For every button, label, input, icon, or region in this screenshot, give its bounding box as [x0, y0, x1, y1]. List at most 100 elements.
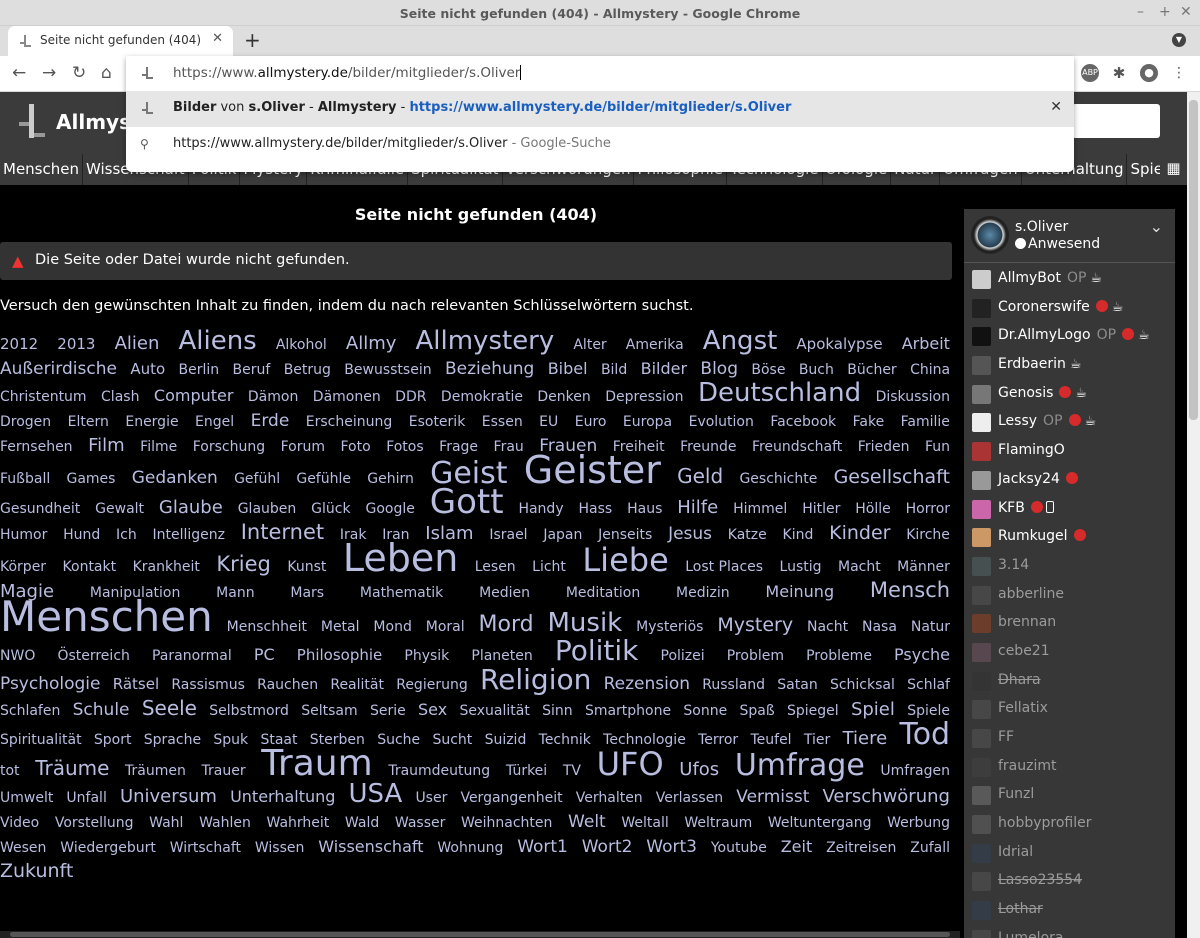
- user-name[interactable]: Fellatix: [998, 700, 1048, 716]
- tag-link[interactable]: DDR: [395, 386, 426, 409]
- tag-link[interactable]: Foto: [341, 436, 371, 459]
- tag-link[interactable]: Geister: [524, 451, 661, 489]
- user-name[interactable]: FF: [998, 729, 1014, 745]
- remove-suggestion-icon[interactable]: ✕: [1050, 99, 1062, 115]
- tag-link[interactable]: Realität: [330, 674, 384, 697]
- tag-link[interactable]: Himmel: [733, 498, 787, 521]
- tag-link[interactable]: Glauben: [238, 498, 297, 521]
- tag-link[interactable]: Psyche: [894, 643, 950, 666]
- tag-link[interactable]: Politik: [555, 637, 639, 665]
- tag-link[interactable]: Euro: [575, 411, 607, 434]
- tag-link[interactable]: Schlaf: [907, 674, 950, 697]
- tag-link[interactable]: Berlin: [179, 359, 220, 382]
- tag-link[interactable]: Bewusstsein: [344, 359, 431, 382]
- tag-link[interactable]: Spiritualität: [0, 729, 82, 752]
- tag-link[interactable]: Vorstellung: [55, 812, 134, 835]
- user-name[interactable]: FlamingO: [998, 442, 1065, 458]
- tag-link[interactable]: Polizei: [661, 645, 705, 668]
- tag-link[interactable]: Zeitreisen: [826, 837, 896, 860]
- tag-link[interactable]: Humor: [0, 524, 47, 547]
- tag-link[interactable]: Mars: [290, 582, 324, 605]
- tag-link[interactable]: Mann: [216, 582, 254, 605]
- user-list-item[interactable]: Lasso23554: [964, 867, 1175, 896]
- chevron-down-icon[interactable]: ⌄: [1150, 217, 1163, 236]
- user-list-item[interactable]: frauzimt: [964, 753, 1175, 782]
- tag-link[interactable]: Selbstmord: [209, 700, 289, 723]
- user-list-item[interactable]: Lessy OP ☕: [964, 408, 1175, 437]
- tag-link[interactable]: Weihnachten: [461, 812, 552, 835]
- user-name[interactable]: AllmyBot OP ☕: [998, 270, 1102, 286]
- grid-menu-icon[interactable]: ▦: [1160, 154, 1188, 185]
- tag-link[interactable]: tot: [0, 760, 20, 783]
- tag-link[interactable]: Traumdeutung: [388, 760, 490, 783]
- tag-link[interactable]: Apokalypse: [796, 333, 882, 356]
- user-avatar[interactable]: [972, 298, 991, 318]
- tag-link[interactable]: UFO: [597, 748, 664, 780]
- tag-link[interactable]: Wohnung: [437, 837, 503, 860]
- tag-link[interactable]: Clash: [101, 386, 139, 409]
- tag-link[interactable]: Haus: [627, 498, 662, 521]
- tag-link[interactable]: Traum: [261, 746, 372, 782]
- tag-link[interactable]: Film: [88, 434, 125, 457]
- tag-link[interactable]: Eltern: [68, 411, 109, 434]
- user-name[interactable]: brennan: [998, 614, 1056, 630]
- tag-link[interactable]: Mysteriös: [636, 616, 703, 639]
- tag-link[interactable]: Nasa: [862, 616, 897, 639]
- user-avatar[interactable]: [972, 872, 991, 892]
- user-avatar[interactable]: [972, 470, 991, 490]
- tag-link[interactable]: Glück: [311, 498, 350, 521]
- tag-link[interactable]: Spiel: [851, 698, 895, 721]
- tag-link[interactable]: Krieg: [216, 553, 271, 576]
- user-list-item[interactable]: Dr.AllmyLogo OP ☕: [964, 322, 1175, 351]
- tag-link[interactable]: Unterhaltung: [230, 785, 335, 808]
- tag-link[interactable]: Universum: [120, 785, 217, 808]
- tag-link[interactable]: Weltall: [621, 812, 668, 835]
- tag-link[interactable]: Gewalt: [95, 498, 144, 521]
- tag-link[interactable]: Mord: [479, 613, 534, 636]
- tag-link[interactable]: Mathematik: [360, 582, 443, 605]
- user-name[interactable]: Lessy OP ☕: [998, 413, 1096, 429]
- user-name[interactable]: Coronerswife ☕: [998, 299, 1123, 315]
- tag-link[interactable]: Bilder: [641, 357, 687, 380]
- tag-link[interactable]: Lesen: [475, 556, 516, 579]
- user-list-item[interactable]: Genosis ☕: [964, 380, 1175, 409]
- tag-link[interactable]: Russland: [702, 674, 765, 697]
- tag-link[interactable]: Zukunft: [0, 860, 73, 883]
- tag-link[interactable]: Facebook: [770, 411, 836, 434]
- tag-link[interactable]: 2012: [0, 333, 38, 356]
- tag-link[interactable]: Youtube: [711, 837, 767, 860]
- tag-link[interactable]: Internet: [241, 521, 324, 544]
- tag-link[interactable]: Drogen: [0, 411, 51, 434]
- tag-link[interactable]: Jesus: [668, 523, 712, 546]
- tag-link[interactable]: Europa: [623, 411, 672, 434]
- tag-link[interactable]: Handy: [518, 498, 563, 521]
- tag-link[interactable]: PC: [254, 643, 275, 666]
- tag-link[interactable]: Schicksal: [830, 674, 895, 697]
- tag-link[interactable]: Computer: [154, 384, 234, 407]
- tag-link[interactable]: Schlafen: [0, 700, 60, 723]
- tag-link[interactable]: Sprache: [144, 729, 201, 752]
- tag-link[interactable]: Licht: [532, 556, 566, 579]
- tag-link[interactable]: Natur: [911, 616, 950, 639]
- vertical-scrollbar[interactable]: [1187, 92, 1200, 938]
- tag-link[interactable]: Regierung: [396, 674, 468, 697]
- tag-link[interactable]: Medien: [479, 582, 530, 605]
- url-text[interactable]: https://www.allmystery.de/bilder/mitglie…: [173, 65, 522, 81]
- tag-link[interactable]: Sexualität: [459, 700, 529, 723]
- user-avatar[interactable]: [972, 642, 991, 662]
- tag-link[interactable]: Angst: [703, 328, 778, 354]
- tag-link[interactable]: Kontakt: [63, 556, 117, 579]
- tag-link[interactable]: Serie: [370, 700, 406, 723]
- user-avatar[interactable]: [972, 757, 991, 777]
- tag-link[interactable]: Terror: [698, 729, 738, 752]
- user-name[interactable]: abberline: [998, 586, 1064, 602]
- tag-link[interactable]: Gott: [430, 485, 504, 519]
- tag-link[interactable]: NWO: [0, 645, 35, 668]
- omnibox[interactable]: https://www.allmystery.de/bilder/mitglie…: [126, 56, 1074, 172]
- user-list-item[interactable]: Rumkugel: [964, 523, 1175, 552]
- tag-link[interactable]: Mensch: [870, 579, 950, 602]
- tag-link[interactable]: Dämon: [248, 386, 298, 409]
- tag-link[interactable]: Technik: [539, 729, 591, 752]
- tag-link[interactable]: Fußball: [0, 468, 50, 491]
- tag-link[interactable]: Meditation: [566, 582, 640, 605]
